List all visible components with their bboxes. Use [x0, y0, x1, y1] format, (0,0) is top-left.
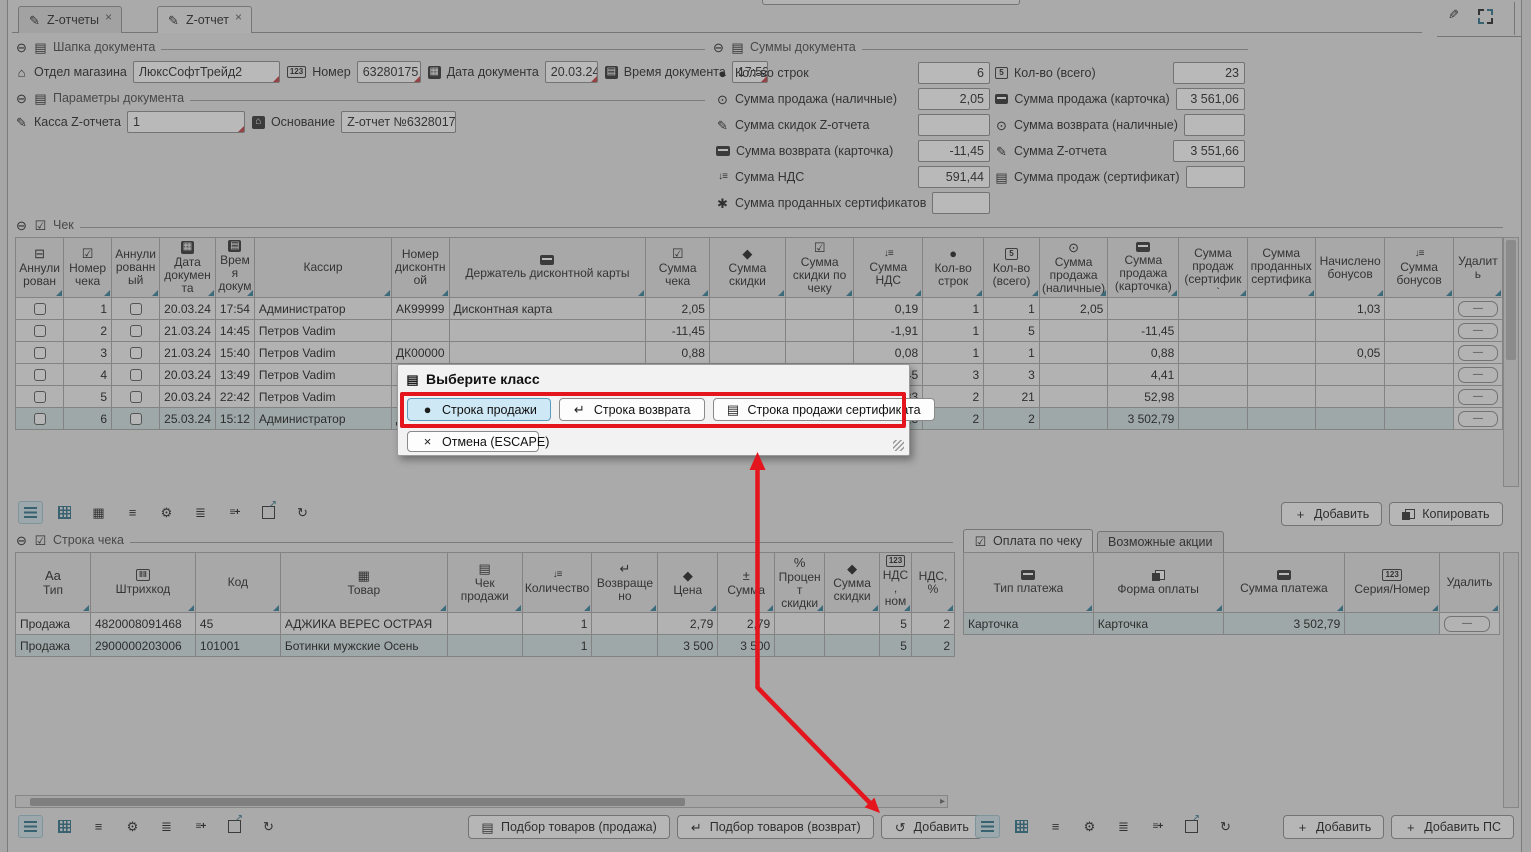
comment-icon: ● — [421, 403, 434, 416]
cancel-button[interactable]: × Отмена (ESCAPE) — [407, 431, 539, 452]
line-return-button[interactable]: ↵Строка возврата — [559, 398, 705, 421]
app-window: ✎ Z-отчеты × ✎ Z-отчет × ✎ ⊖ ▤ Шапка док… — [0, 0, 1531, 852]
line-sale-button[interactable]: ●Строка продажи — [407, 398, 551, 421]
dialog-resize-handle[interactable] — [893, 440, 904, 451]
list-icon: ▤ — [727, 403, 740, 416]
dialog-title-row: ▤ Выберите класс — [398, 365, 909, 391]
dialog-title: Выберите класс — [426, 371, 540, 387]
choose-class-dialog: ▤ Выберите класс ●Строка продажи ↵Строка … — [397, 364, 910, 456]
doc-icon: ▤ — [406, 373, 419, 386]
line-certificate-sale-button[interactable]: ▤Строка продажи сертификата — [713, 398, 935, 421]
close-icon: × — [421, 435, 434, 448]
dialog-options: ●Строка продажи ↵Строка возврата ▤Строка п… — [407, 398, 935, 421]
return-icon: ↵ — [573, 403, 586, 416]
